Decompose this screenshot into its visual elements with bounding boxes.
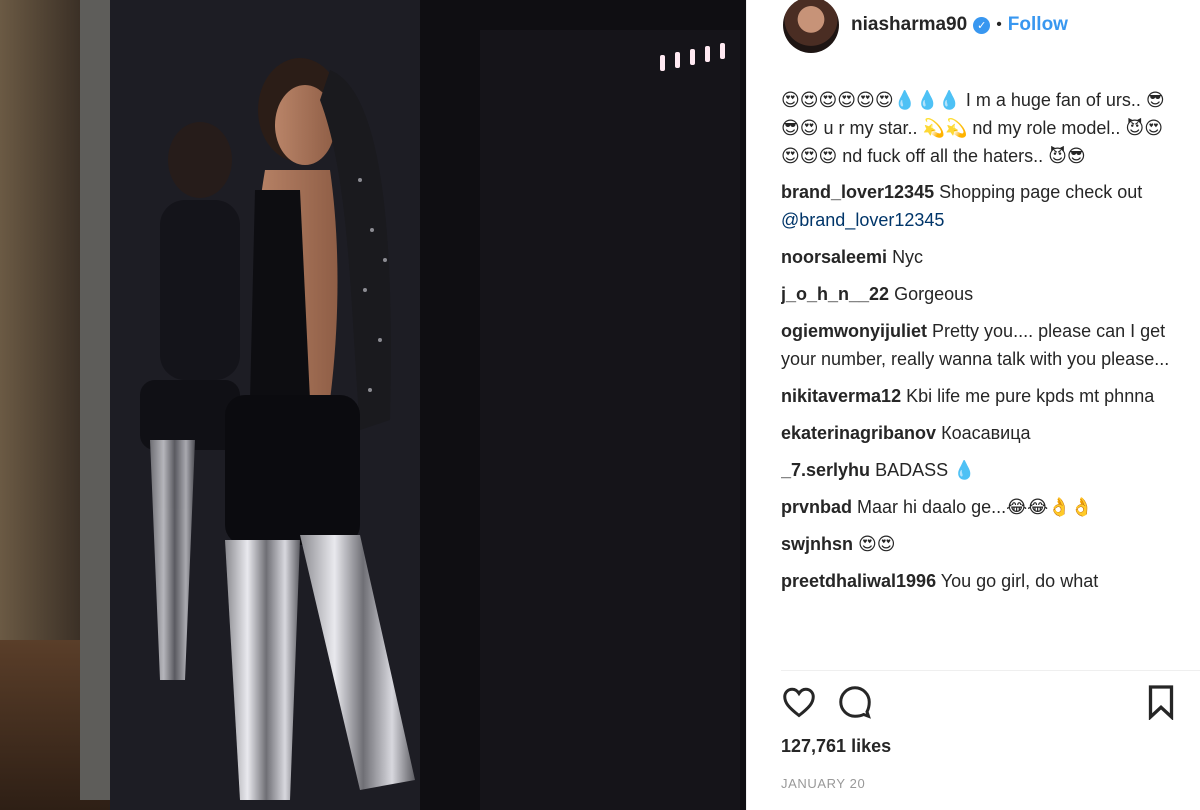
comment-item: ekaterinagribanov Коасавица (781, 419, 1181, 447)
speech-bubble-icon[interactable] (837, 684, 877, 724)
separator-dot: • (996, 16, 1002, 33)
comment-username[interactable]: ekaterinagribanov (781, 423, 936, 443)
comment-item: prvnbad Maar hi daalo ge...😂😂👌👌 (781, 493, 1181, 521)
username-link[interactable]: niasharma90 (851, 14, 967, 36)
photo-illustration (0, 0, 746, 810)
comment-item: _7.serlyhu BADASS 💧 (781, 456, 1181, 484)
comment-item: nikitaverma12 Kbi life me pure kpds mt p… (781, 382, 1181, 410)
comment-text: Kbi life me pure kpds mt phnna (906, 386, 1155, 406)
comment-username[interactable]: prvnbad (781, 497, 852, 517)
comment-username[interactable]: swjnhsn (781, 534, 853, 554)
comments-list[interactable]: 😍😍😍😍😍😍💧💧💧 I m a huge fan of urs.. 😎😎😍 u … (781, 86, 1181, 666)
comment-text: 😍😍 (858, 534, 896, 554)
follow-button[interactable]: Follow (1008, 14, 1068, 36)
avatar[interactable] (783, 0, 839, 53)
comment-item: brand_lover12345 Shopping page check out… (781, 178, 1181, 234)
comment-text: Nyc (892, 247, 924, 267)
comment-text: You go girl, do what (940, 571, 1099, 591)
comment-text: Коасавица (941, 423, 1031, 443)
comment-item: swjnhsn 😍😍 (781, 530, 1181, 558)
heart-icon[interactable] (781, 684, 821, 724)
caption-text: 😍😍😍😍😍😍💧💧💧 I m a huge fan of urs.. 😎😎😍 u … (781, 90, 1165, 166)
comment-item: noorsaleemi Nyc (781, 243, 1181, 271)
post-caption: 😍😍😍😍😍😍💧💧💧 I m a huge fan of urs.. 😎😎😍 u … (781, 86, 1181, 170)
verified-badge-icon: ✓ (973, 16, 991, 34)
post-sidebar: niasharma90 ✓ • Follow 😍😍😍😍😍😍💧💧💧 I m a h… (746, 0, 1200, 810)
comment-username[interactable]: ogiemwonyijuliet (781, 321, 927, 341)
comment-item: j_o_h_n__22 Gorgeous (781, 280, 1181, 308)
post-photo[interactable] (0, 0, 746, 810)
comment-text: Gorgeous (894, 284, 974, 304)
comment-username[interactable]: j_o_h_n__22 (781, 284, 889, 304)
bookmark-icon[interactable] (1145, 684, 1185, 724)
comment-mention-link[interactable]: @brand_lover12345 (781, 210, 944, 230)
comment-username[interactable]: noorsaleemi (781, 247, 887, 267)
comment-text: Shopping page check out (939, 182, 1143, 202)
comment-item: preetdhaliwal1996 You go girl, do what (781, 567, 1181, 595)
comment-text: BADASS 💧 (875, 460, 976, 480)
likes-count[interactable]: 127,761 likes (781, 736, 891, 757)
post-header: niasharma90 ✓ • Follow (747, 0, 1200, 53)
post-date: JANUARY 20 (781, 776, 866, 791)
comment-username[interactable]: brand_lover12345 (781, 182, 934, 202)
divider (781, 670, 1200, 671)
comment-text: Maar hi daalo ge...😂😂👌👌 (857, 497, 1094, 517)
comment-username[interactable]: nikitaverma12 (781, 386, 901, 406)
comment-item: ogiemwonyijuliet Pretty you.... please c… (781, 317, 1181, 373)
action-bar (781, 684, 1185, 728)
comment-username[interactable]: _7.serlyhu (781, 460, 870, 480)
comment-username[interactable]: preetdhaliwal1996 (781, 571, 936, 591)
